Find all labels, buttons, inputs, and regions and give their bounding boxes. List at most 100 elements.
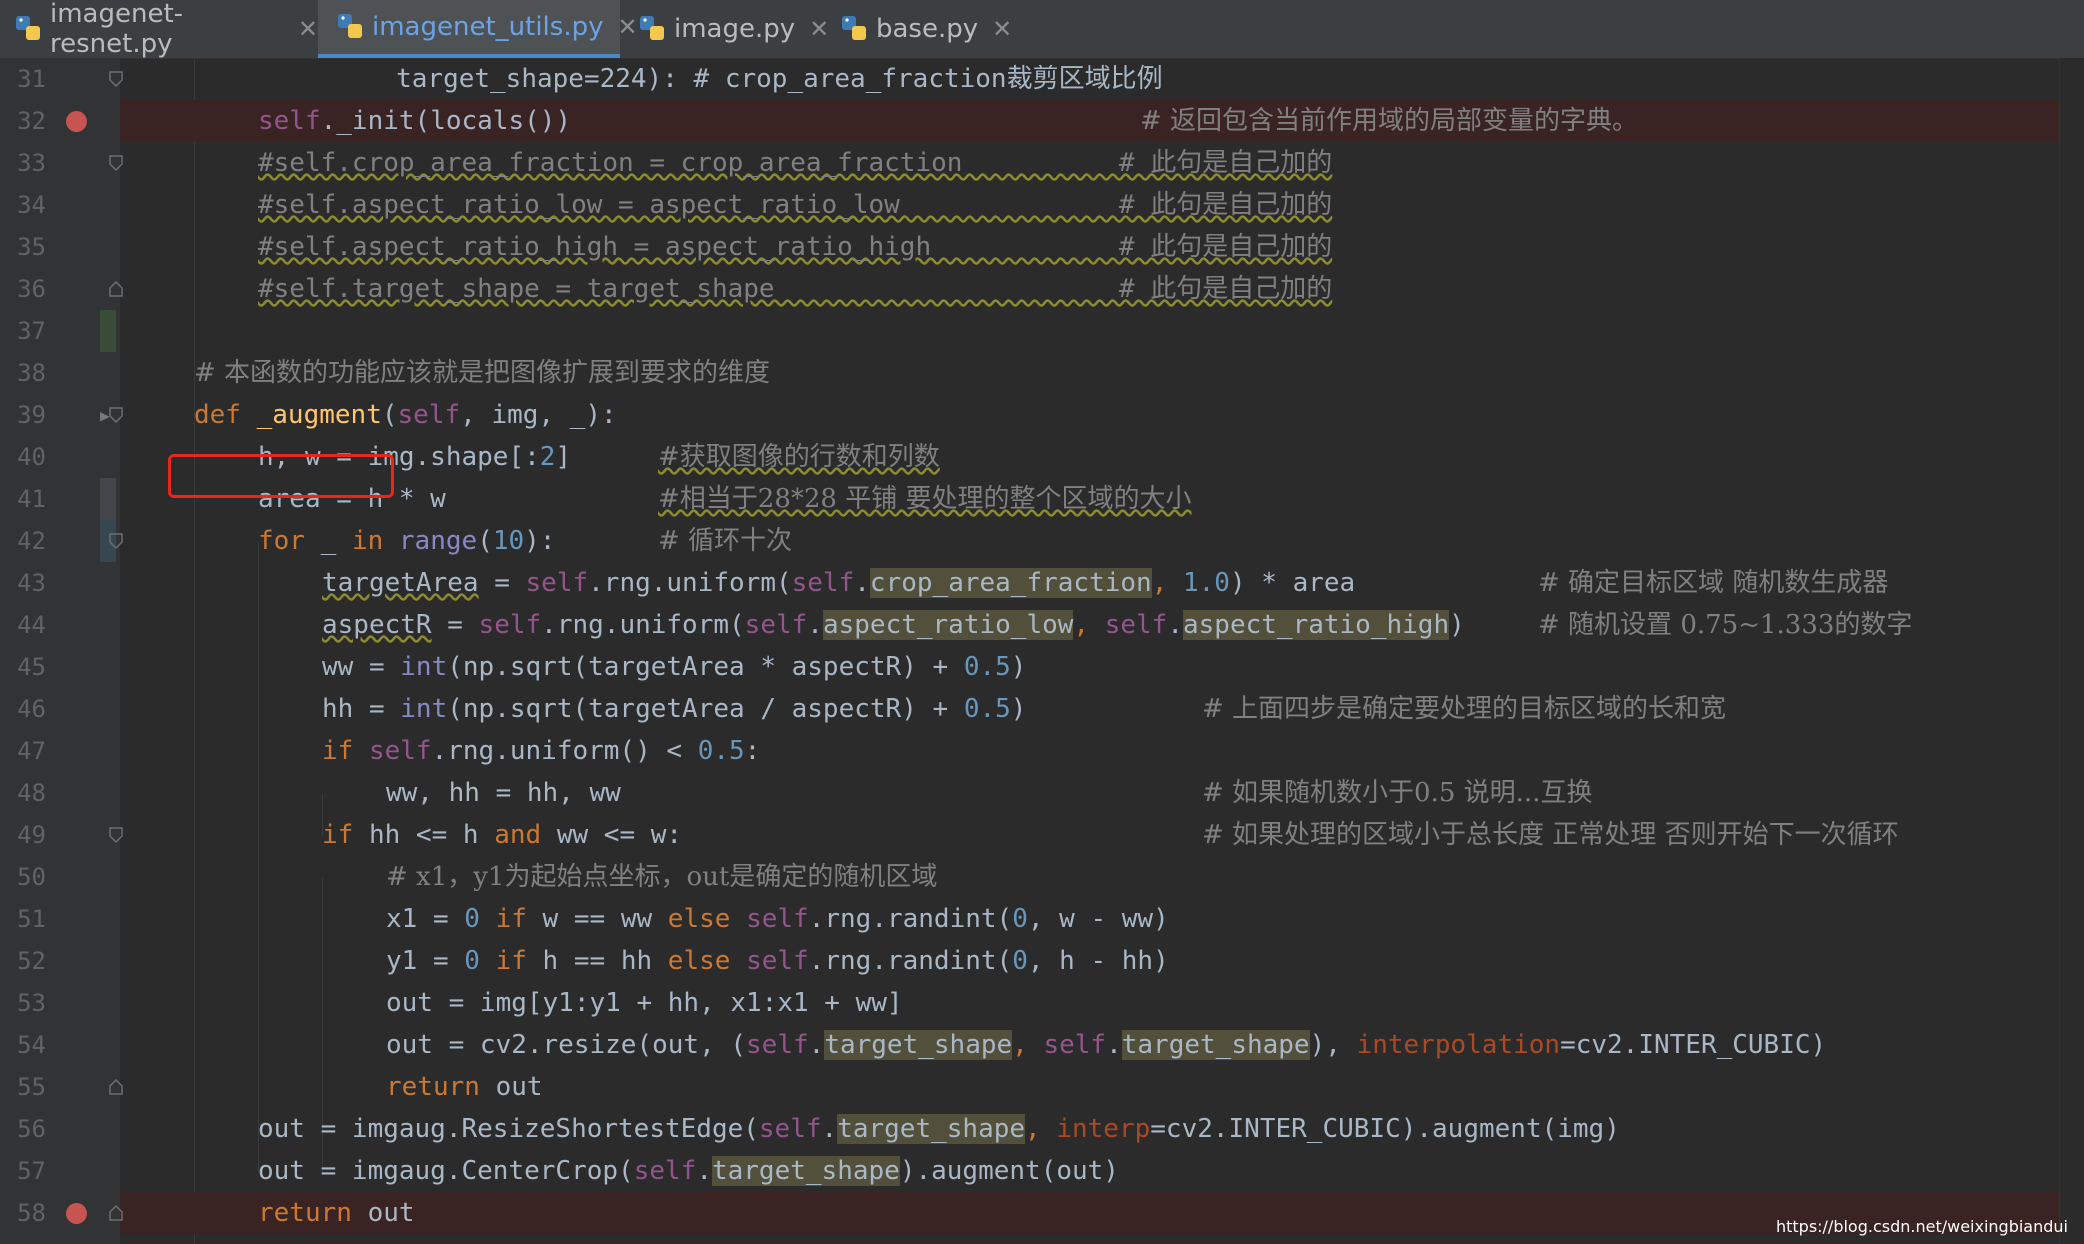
code-segment: , (1025, 1114, 1057, 1144)
code-line: 48 ww, hh = hh, ww # 如果随机数小于0.5 说明...互换 (0, 772, 2084, 814)
code-text: target_shape=224): # crop_area_fraction裁… (130, 58, 1163, 100)
code-segment: =cv2.INTER_CUBIC) (1560, 1030, 1827, 1060)
code-segment: . (821, 1114, 838, 1144)
code-segment: .rng.uniform( (588, 568, 792, 598)
line-number: 52 (17, 947, 46, 975)
code-text: out = imgaug.ResizeShortestEdge(self.tar… (258, 1108, 1620, 1150)
tab-image[interactable]: image.py ✕ (624, 0, 829, 58)
fold-end-icon[interactable] (109, 281, 123, 297)
code-segment: 0 (464, 904, 480, 934)
code-segment: int (400, 652, 448, 682)
code-text: ww, hh = hh, ww (386, 778, 621, 808)
line-number: 43 (17, 569, 46, 597)
code-segment: 1.0 (1183, 568, 1230, 598)
fold-icon[interactable] (109, 827, 123, 843)
code-segment: interp (1056, 1114, 1151, 1144)
code-segment: else (667, 904, 731, 934)
comment: #self.aspect_ratio_high = aspect_ratio_h… (258, 232, 1333, 262)
fold-icon[interactable] (109, 533, 123, 549)
code-segment: . (696, 1156, 712, 1186)
code-line: 33 #self.crop_area_fraction = crop_area_… (0, 142, 2084, 184)
fold-icon[interactable] (109, 71, 123, 87)
line-number: 49 (17, 821, 46, 849)
line-number: 38 (17, 359, 46, 387)
function-name: _augment (256, 400, 382, 430)
comment: # 如果随机数小于0.5 说明...互换 (1202, 778, 1593, 808)
code-line: 58 return out (0, 1192, 2084, 1234)
code-segment: self (258, 106, 321, 136)
code-text: self._init(locals()) (258, 100, 571, 142)
line-number: 46 (17, 695, 46, 723)
code-segment: ) (1449, 610, 1465, 640)
code-editor[interactable]: 31 target_shape=224): # crop_area_fracti… (0, 58, 2084, 1244)
code-line: 42 for _ in range(10): # 循环十次 (0, 520, 2084, 562)
code-segment: ww = (322, 652, 401, 682)
code-segment: w == ww (526, 904, 668, 934)
code-segment: (np.sqrt(targetArea / aspectR) + (447, 694, 964, 724)
code-segment: y1 = (386, 946, 465, 976)
code-line: 53 out = img[y1:y1 + hh, x1:x1 + ww] (0, 982, 2084, 1024)
line-number: 58 (17, 1199, 46, 1227)
code-segment: range (398, 526, 478, 556)
python-file-icon (336, 12, 366, 42)
fold-icon[interactable] (109, 155, 123, 171)
comment: # 本函数的功能应该就是把图像扩展到要求的维度 (194, 358, 771, 388)
fold-end-icon[interactable] (109, 1205, 123, 1221)
fold-icon[interactable] (109, 407, 123, 423)
code-segment: self (1043, 1030, 1107, 1060)
code-line: 49 if hh <= h and ww <= w: # 如果处理的区域小于总长… (0, 814, 2084, 856)
vertical-scrollbar[interactable] (2059, 58, 2084, 1244)
comment: # x1，y1为起始点坐标，out是确定的随机区域 (386, 862, 938, 892)
code-segment: 0.5 (697, 736, 745, 766)
tab-imagenet-resnet[interactable]: imagenet-resnet.py ✕ (0, 0, 318, 59)
code-text: return out (386, 1066, 543, 1108)
tab-label: image.py (674, 14, 796, 44)
breakpoint-icon[interactable] (66, 1203, 87, 1224)
close-tab-icon[interactable]: ✕ (298, 15, 318, 43)
code-segment: return (386, 1072, 480, 1102)
comment: #相当于28*28 平铺 要处理的整个区域的大小 (658, 484, 1192, 514)
code-segment: . (808, 1030, 825, 1060)
code-segment: targetArea (322, 568, 479, 598)
code-segment: x1 = (386, 904, 465, 934)
code-segment: out = cv2.resize(out, ( (386, 1030, 747, 1060)
code-text: def _augment(self, img, _): (194, 394, 617, 436)
line-number: 36 (17, 275, 46, 303)
code-segment: ), (1309, 1030, 1357, 1060)
editor-tab-bar: imagenet-resnet.py ✕ imagenet_utils.py ✕… (0, 0, 2084, 59)
tab-base[interactable]: base.py ✕ (826, 0, 1012, 58)
code-segment: = (431, 610, 479, 640)
comment: # 返回包含当前作用域的局部变量的字典。 (1140, 106, 1639, 136)
line-number: 34 (17, 191, 46, 219)
code-line: 32 self._init(locals()) # 返回包含当前作用域的局部变量… (0, 100, 2084, 142)
code-segment: target_shape (837, 1114, 1026, 1144)
code-line: 47 if self.rng.uniform() < 0.5: (0, 730, 2084, 772)
code-segment: . (854, 568, 870, 598)
code-segment: ) (1010, 652, 1027, 682)
code-segment: if (322, 820, 354, 850)
line-number: 45 (17, 653, 46, 681)
breakpoint-icon[interactable] (66, 111, 87, 132)
line-number: 48 (17, 779, 46, 807)
line-number: 44 (17, 611, 46, 639)
code-text: out = img[y1:y1 + hh, x1:x1 + ww] (386, 988, 903, 1018)
comment: #self.target_shape = target_shape # 此句是自… (258, 274, 1333, 304)
code-segment: 0.5 (963, 694, 1011, 724)
tab-label: imagenet_utils.py (372, 12, 604, 42)
code-segment: out = imgaug.ResizeShortestEdge( (258, 1114, 759, 1144)
comment: #self.crop_area_fraction = crop_area_fra… (258, 148, 1333, 178)
code-text: for _ in range(10): (258, 520, 555, 562)
code-line: 36 #self.target_shape = target_shape # 此… (0, 268, 2084, 310)
fold-end-icon[interactable] (109, 1079, 123, 1095)
code-text: hh = int(np.sqrt(targetArea / aspectR) +… (322, 688, 1026, 730)
code-segment: ) (1010, 694, 1027, 724)
tab-imagenet-utils[interactable]: imagenet_utils.py ✕ (318, 0, 638, 58)
close-tab-icon[interactable]: ✕ (992, 15, 1012, 43)
code-segment: and (494, 820, 542, 850)
code-segment: . (1167, 610, 1183, 640)
line-number: 31 (17, 65, 46, 93)
line-number: 53 (17, 989, 46, 1017)
code-segment: : (744, 736, 761, 766)
code-segment: ( (477, 526, 493, 556)
